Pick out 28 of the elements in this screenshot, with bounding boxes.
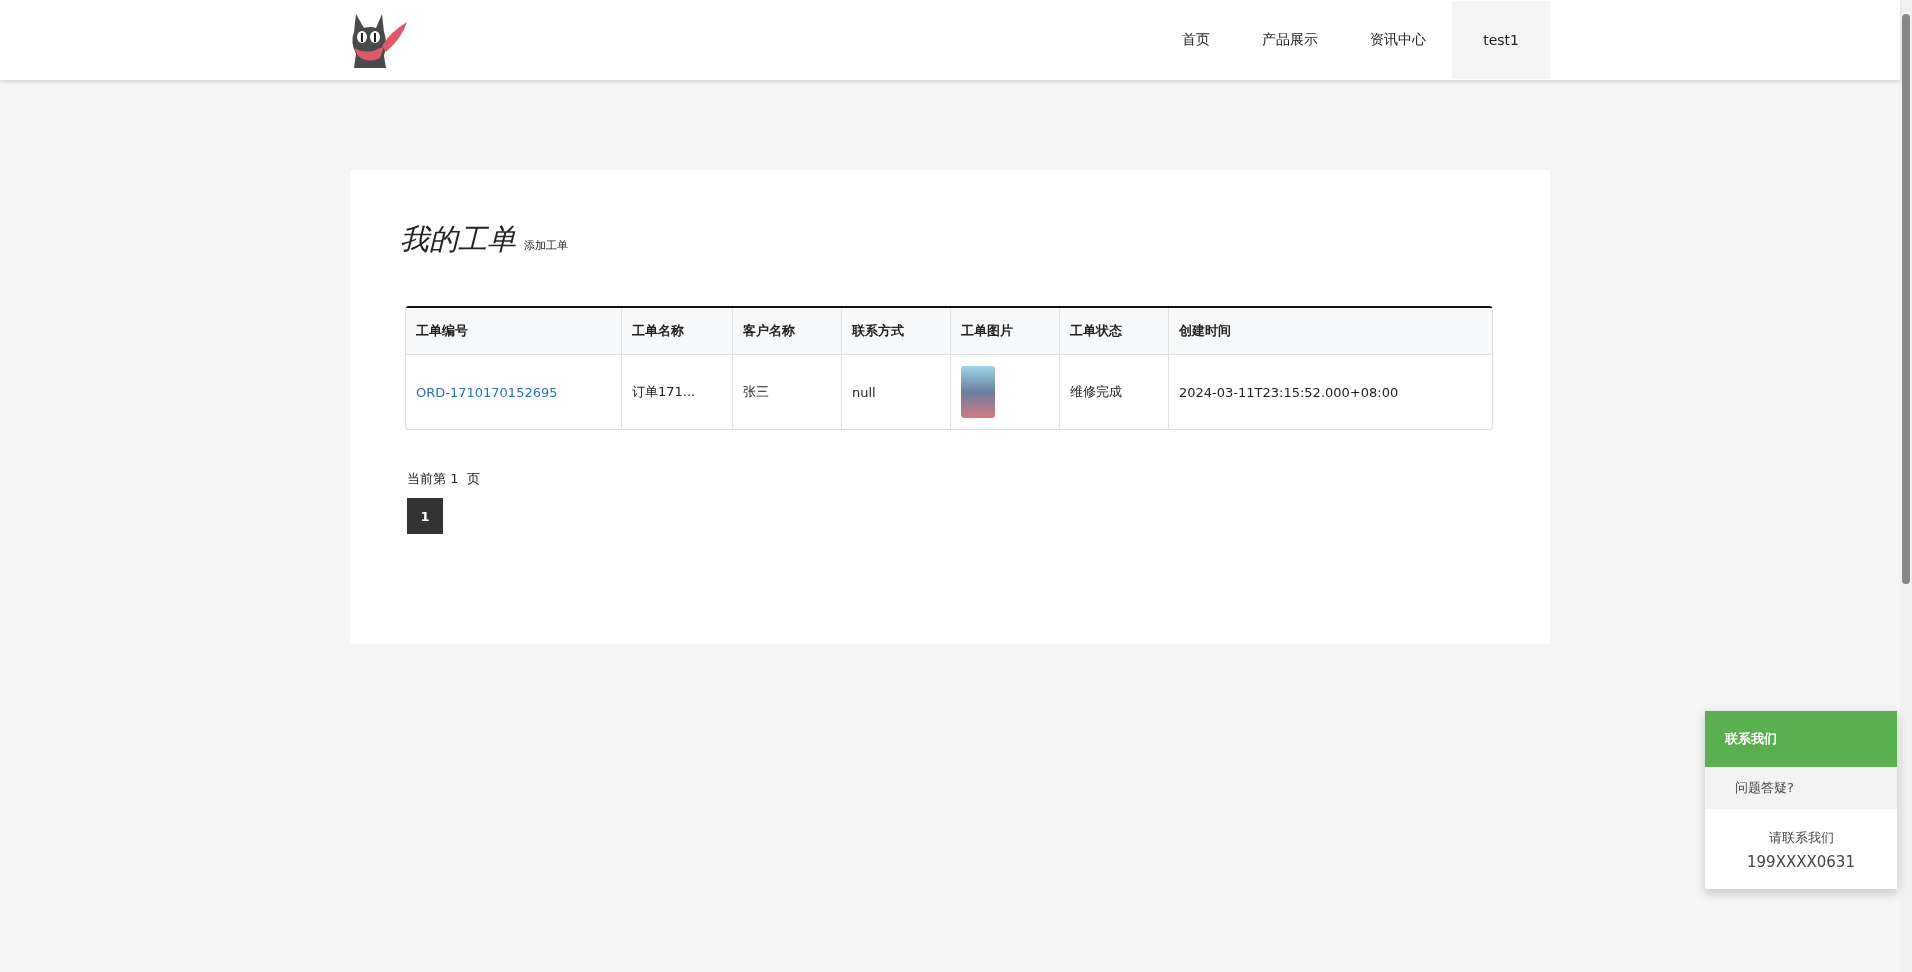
- nav-link[interactable]: test1: [1452, 1, 1550, 79]
- phone-number: 199XXXX0631: [1747, 853, 1855, 871]
- contact-prompt: 请联系我们: [1768, 829, 1834, 847]
- nav-link[interactable]: 首页: [1156, 1, 1237, 79]
- page-indicator: 当前第 1 页: [407, 470, 481, 488]
- cat-logo-icon[interactable]: [350, 12, 408, 68]
- created-time-cell-text: 2024-03-11T23:15:52.000+08:00: [1178, 383, 1400, 402]
- contact-title: 联系我们: [1705, 711, 1897, 767]
- photo-placeholder: [961, 366, 995, 418]
- customer-cell: 张三: [733, 355, 842, 429]
- add-order-link[interactable]: 添加工单: [524, 238, 568, 253]
- order-name-cell: 订单171...: [622, 355, 733, 429]
- scrollbar[interactable]: [1900, 0, 1912, 972]
- column-header: 客户名称: [733, 308, 842, 355]
- faq-label[interactable]: 问题答疑?: [1705, 767, 1897, 809]
- column-header: 创建时间: [1169, 308, 1492, 355]
- column-header: 工单名称: [622, 308, 733, 355]
- page-title: 我的工单: [400, 221, 516, 258]
- order-number-link[interactable]: ORD-1710170152695: [416, 384, 558, 400]
- page-button[interactable]: 1: [407, 498, 443, 534]
- column-header: 工单图片: [951, 308, 1060, 355]
- contact-cell: null: [842, 355, 951, 429]
- column-header: 工单编号: [406, 308, 622, 355]
- column-header: 联系方式: [842, 308, 951, 355]
- status-cell: 维修完成: [1060, 355, 1169, 429]
- nav-link[interactable]: 资讯中心: [1344, 1, 1453, 79]
- nav-link[interactable]: 产品展示: [1236, 1, 1345, 79]
- column-header: 工单状态: [1060, 308, 1169, 355]
